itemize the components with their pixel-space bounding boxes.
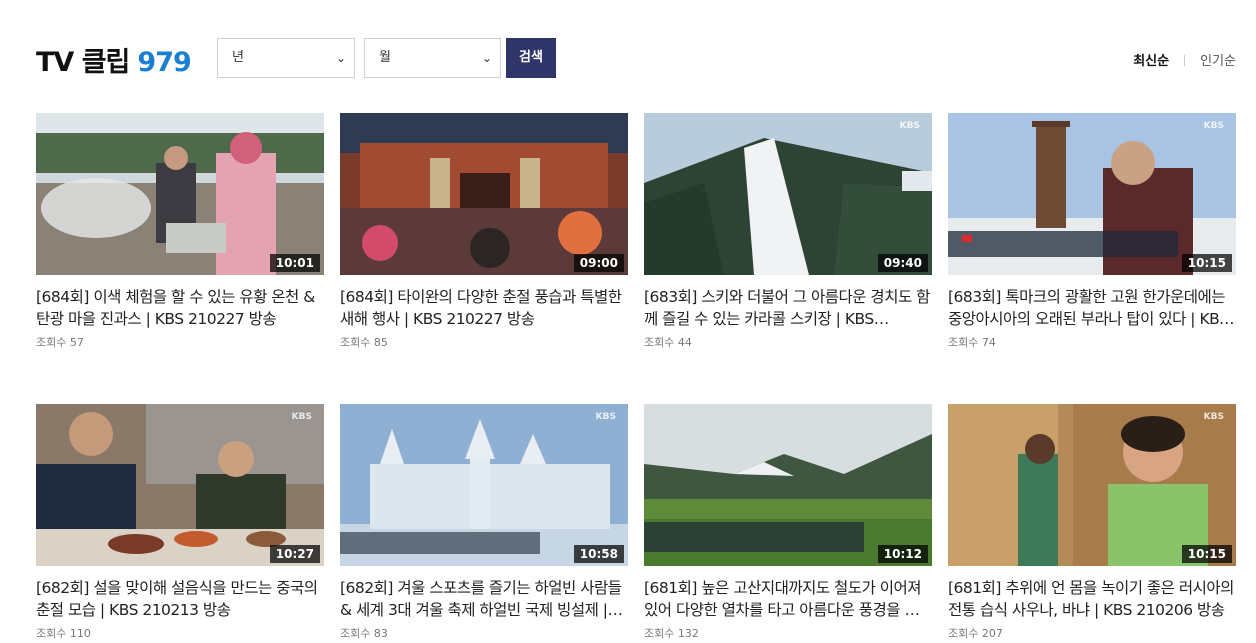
clip-thumbnail[interactable]: 10:12 [644, 404, 932, 566]
year-select[interactable]: 년 ⌄ [217, 38, 355, 78]
page-title-text: TV 클립 [36, 47, 130, 78]
clip-card[interactable]: KBS 10:15 [683회] 톡마크의 광활한 고원 한가운데에는 중앙아시… [948, 113, 1236, 350]
clip-title[interactable]: [681회] 높은 고산지대까지도 철도가 이어져 있어 다양한 열차를 타고 … [644, 577, 932, 621]
search-button[interactable]: 검색 [506, 38, 556, 78]
sort-latest[interactable]: 최신순 [1133, 54, 1169, 69]
kbs-watermark: KBS [1203, 121, 1224, 131]
sort-divider [1184, 55, 1186, 66]
clip-views: 조회수 132 [644, 627, 699, 640]
clip-title[interactable]: [683회] 톡마크의 광활한 고원 한가운데에는 중앙아시아의 오래된 부라나… [948, 286, 1236, 330]
clip-thumbnail[interactable]: KBS 10:58 [340, 404, 628, 566]
clip-duration: 10:12 [877, 545, 928, 563]
thumbnail-image [644, 113, 932, 275]
clip-views: 조회수 57 [36, 336, 84, 349]
clip-thumbnail[interactable]: 09:00 [340, 113, 628, 275]
chevron-down-icon: ⌄ [481, 51, 492, 65]
clip-title[interactable]: [682회] 겨울 스포츠를 즐기는 하얼빈 사람들 & 세계 3대 겨울 축제… [340, 577, 628, 621]
clip-card[interactable]: 10:12 [681회] 높은 고산지대까지도 철도가 이어져 있어 다양한 열… [644, 404, 932, 641]
clip-views: 조회수 110 [36, 627, 91, 640]
clip-duration: 09:00 [573, 254, 624, 272]
thumbnail-image [340, 404, 628, 566]
page-title: TV 클립 979 [36, 40, 192, 79]
sort-popular[interactable]: 인기순 [1200, 54, 1236, 69]
clip-duration: 10:01 [269, 254, 320, 272]
clip-card[interactable]: KBS 10:27 [682회] 설을 맞이해 설음식을 만드는 중국의 춘절 … [36, 404, 324, 641]
clip-views: 조회수 83 [340, 627, 388, 640]
kbs-watermark: KBS [899, 121, 920, 131]
clip-duration: 09:40 [877, 254, 928, 272]
clip-duration: 10:58 [573, 545, 624, 563]
thumbnail-image [36, 404, 324, 566]
clip-title[interactable]: [684회] 타이완의 다양한 춘절 풍습과 특별한 새해 행사 | KBS 2… [340, 286, 628, 330]
thumbnail-image [948, 113, 1236, 275]
month-select[interactable]: 월 ⌄ [364, 38, 501, 78]
clip-thumbnail[interactable]: KBS 10:27 [36, 404, 324, 566]
clip-duration: 10:27 [269, 545, 320, 563]
clip-views: 조회수 85 [340, 336, 388, 349]
clip-thumbnail[interactable]: KBS 09:40 [644, 113, 932, 275]
clip-title[interactable]: [682회] 설을 맞이해 설음식을 만드는 중국의 춘절 모습 | KBS 2… [36, 577, 324, 621]
clip-card[interactable]: KBS 09:40 [683회] 스키와 더불어 그 아름다운 경치도 함께 즐… [644, 113, 932, 350]
clip-thumbnail[interactable]: KBS 10:15 [948, 404, 1236, 566]
clip-title[interactable]: [683회] 스키와 더불어 그 아름다운 경치도 함께 즐길 수 있는 카라콜… [644, 286, 932, 330]
thumbnail-image [36, 113, 324, 275]
kbs-watermark: KBS [595, 412, 616, 422]
clip-card[interactable]: KBS 10:15 [681회] 추위에 언 몸을 녹이기 좋은 러시아의 전통… [948, 404, 1236, 641]
thumbnail-image [948, 404, 1236, 566]
clip-card[interactable]: 09:00 [684회] 타이완의 다양한 춘절 풍습과 특별한 새해 행사 |… [340, 113, 628, 350]
page-header: TV 클립 979 년 ⌄ 월 ⌄ 검색 최신순 인기순 [36, 38, 1236, 78]
year-select-value: 년 [232, 50, 244, 65]
clip-duration: 10:15 [1181, 254, 1232, 272]
clip-views: 조회수 74 [948, 336, 996, 349]
clip-count: 979 [137, 47, 191, 78]
kbs-watermark: KBS [1203, 412, 1224, 422]
sort-options: 최신순 인기순 [1133, 50, 1236, 69]
month-select-value: 월 [379, 50, 391, 65]
clip-views: 조회수 207 [948, 627, 1003, 640]
thumbnail-image [340, 113, 628, 275]
kbs-watermark: KBS [291, 412, 312, 422]
clip-title[interactable]: [681회] 추위에 언 몸을 녹이기 좋은 러시아의 전통 습식 사우나, 바… [948, 577, 1236, 621]
clip-card[interactable]: KBS 10:58 [682회] 겨울 스포츠를 즐기는 하얼빈 사람들 & 세… [340, 404, 628, 641]
clip-thumbnail[interactable]: 10:01 [36, 113, 324, 275]
clip-duration: 10:15 [1181, 545, 1232, 563]
clip-title[interactable]: [684회] 이색 체험을 할 수 있는 유황 온천 & 탄광 마을 진과스 |… [36, 286, 324, 330]
clip-views: 조회수 44 [644, 336, 692, 349]
chevron-down-icon: ⌄ [335, 51, 346, 65]
thumbnail-image [644, 404, 932, 566]
clip-thumbnail[interactable]: KBS 10:15 [948, 113, 1236, 275]
clip-card[interactable]: 10:01 [684회] 이색 체험을 할 수 있는 유황 온천 & 탄광 마을… [36, 113, 324, 350]
